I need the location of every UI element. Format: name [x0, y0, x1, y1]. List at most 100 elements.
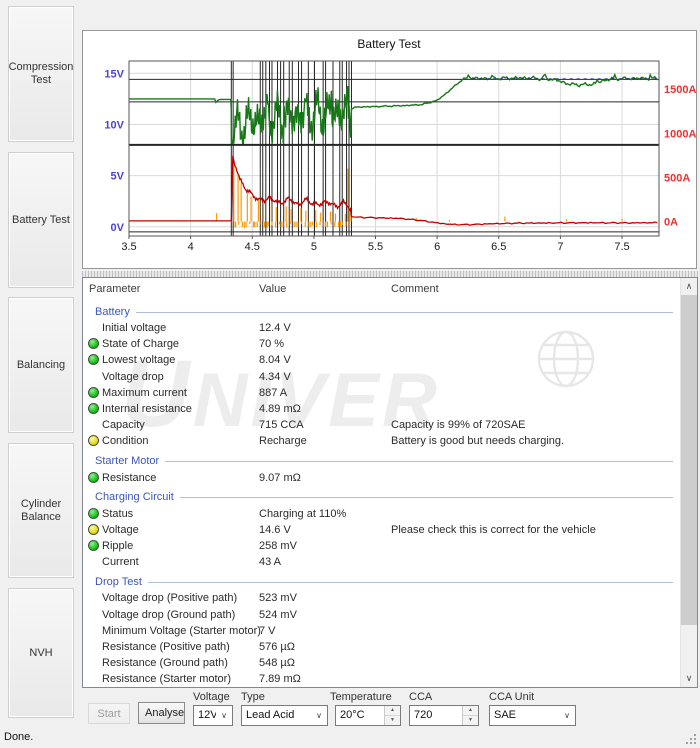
column-header-parameter[interactable]: Parameter [89, 283, 140, 295]
row-parameter: Voltage drop (Ground path) [102, 609, 235, 621]
table-row-capacity[interactable]: Capacity 715 CCA Capacity is 99% of 720SAE [83, 417, 681, 433]
svg-text:3.5: 3.5 [121, 241, 136, 253]
spinner-buttons: ▲▼ [384, 706, 400, 725]
table-row-resistance-starter-motor[interactable]: Resistance (Starter motor)7.89 mΩ [83, 671, 681, 687]
row-value: 70 % [259, 338, 284, 350]
table-row-internal-resistance[interactable]: Internal resistance4.89 mΩ [83, 401, 681, 417]
cca-unit-dropdown[interactable]: SAE∨ [489, 705, 576, 726]
svg-text:7: 7 [557, 241, 563, 253]
status-text: Done. [4, 731, 33, 743]
section-header-drop-test: Drop Test [95, 574, 673, 589]
app-window: Compression Test Battery Test Balancing Cyl… [0, 0, 700, 748]
green-status-icon [88, 508, 99, 519]
field-label-temperature: Temperature [330, 691, 392, 703]
table-row-condition[interactable]: ConditionRechargeBattery is good but nee… [83, 433, 681, 449]
table-row-voltage-drop-ground-path[interactable]: Voltage drop (Ground path)524 mV [83, 607, 681, 623]
table-row-current[interactable]: Current43 A [83, 554, 681, 570]
cca-spinner[interactable]: 720▲▼ [409, 705, 479, 726]
battery-test-chart: Battery Test0V5V10V15V0A500A1000A1500A3.… [83, 31, 696, 268]
row-value: 7 V [259, 625, 276, 637]
spin-down-icon[interactable]: ▼ [463, 716, 478, 725]
row-value: 715 CCA [259, 419, 304, 431]
spin-up-icon[interactable]: ▲ [385, 706, 400, 716]
cca-value: 720 [410, 706, 462, 725]
table-content: UNIVER BatteryInitial voltage12.4 VState… [83, 300, 681, 687]
table-row-minimum-voltage-starter-motor[interactable]: Minimum Voltage (Starter motor)7 V [83, 623, 681, 639]
green-status-icon [88, 354, 99, 365]
row-parameter: Internal resistance [102, 403, 192, 415]
table-row-resistance[interactable]: Resistance9.07 mΩ [83, 470, 681, 486]
row-parameter: Condition [102, 435, 148, 447]
green-status-icon [88, 403, 99, 414]
section-header-charging-circuit: Charging Circuit [95, 490, 673, 505]
row-value: 576 µΩ [259, 641, 295, 653]
row-parameter: Resistance (Positive path) [102, 641, 230, 653]
scroll-down-icon[interactable]: ∨ [681, 670, 697, 687]
table-row-resistance-positive-path[interactable]: Resistance (Positive path) 576 µΩ [83, 639, 681, 655]
voltage-value: 12V [194, 706, 216, 725]
table-row-state-of-charge[interactable]: State of Charge 70 % [83, 336, 681, 352]
spin-up-icon[interactable]: ▲ [463, 706, 478, 716]
start-button[interactable]: Start [88, 703, 130, 724]
column-header-value[interactable]: Value [259, 283, 286, 295]
row-parameter: State of Charge [102, 338, 179, 350]
table-row-ripple[interactable]: Ripple258 mV [83, 538, 681, 554]
analyse-button[interactable]: Analyse [138, 702, 185, 724]
resize-grip[interactable] [686, 734, 688, 736]
column-header-comment[interactable]: Comment [391, 283, 439, 295]
chevron-down-icon[interactable]: ∨ [311, 706, 327, 725]
table-row-status[interactable]: StatusCharging at 110% [83, 506, 681, 522]
section-title: Drop Test [95, 576, 142, 588]
chart-title: Battery Test [357, 37, 421, 51]
table-row-resistance-ground-path[interactable]: Resistance (Ground path)548 µΩ [83, 655, 681, 671]
sidebar-button-battery-test[interactable]: Battery Test [8, 152, 74, 288]
table-row-voltage[interactable]: Voltage14.6 VPlease check this is correc… [83, 522, 681, 538]
scroll-up-icon[interactable]: ∧ [681, 278, 697, 295]
scroll-thumb[interactable] [681, 295, 697, 625]
sidebar-button-balancing[interactable]: Balancing [8, 297, 74, 433]
voltage-dropdown[interactable]: 12V∨ [193, 705, 233, 726]
chart-panel: Battery Test0V5V10V15V0A500A1000A1500A3.… [82, 30, 697, 269]
section-header-battery: Battery [95, 304, 673, 319]
row-parameter: Resistance (Starter motor) [102, 673, 231, 685]
row-value: 887 A [259, 387, 287, 399]
svg-text:7.5: 7.5 [614, 241, 629, 253]
row-value: 14.6 V [259, 524, 291, 536]
table-header: Parameter Value Comment [83, 278, 681, 300]
yellow-status-icon [88, 435, 99, 446]
row-value: 43 A [259, 556, 281, 568]
table-row-lowest-voltage[interactable]: Lowest voltage8.04 V [83, 352, 681, 368]
table-row-initial-voltage[interactable]: Initial voltage 12.4 V [83, 320, 681, 336]
row-parameter: Lowest voltage [102, 354, 175, 366]
green-status-icon [88, 540, 99, 551]
table-row-voltage-drop-positive-path[interactable]: Voltage drop (Positive path)523 mV [83, 590, 681, 606]
chevron-down-icon[interactable]: ∨ [216, 706, 232, 725]
section-title: Starter Motor [95, 455, 159, 467]
row-parameter: Capacity [102, 419, 145, 431]
row-comment: Battery is good but needs charging. [391, 435, 564, 447]
row-parameter: Status [102, 508, 133, 520]
svg-text:5V: 5V [111, 171, 125, 183]
row-value: 12.4 V [259, 322, 291, 334]
sidebar-button-cylinder-balance[interactable]: Cylinder Balance [8, 443, 74, 578]
section-rule [148, 582, 673, 583]
svg-text:1500A: 1500A [664, 84, 696, 96]
svg-text:1000A: 1000A [664, 128, 696, 140]
row-comment: Capacity is 99% of 720SAE [391, 419, 526, 431]
sidebar-button-nvh[interactable]: NVH [8, 588, 74, 718]
row-parameter: Initial voltage [102, 322, 166, 334]
green-status-icon [88, 338, 99, 349]
vertical-scrollbar[interactable]: ∧ ∨ [680, 278, 697, 687]
svg-text:0A: 0A [664, 217, 678, 229]
table-row-maximum-current[interactable]: Maximum current887 A [83, 385, 681, 401]
row-parameter: Resistance [102, 472, 156, 484]
row-value: 258 mV [259, 540, 297, 552]
type-dropdown[interactable]: Lead Acid∨ [241, 705, 328, 726]
section-header-starter-motor: Starter Motor [95, 454, 673, 469]
spin-down-icon[interactable]: ▼ [385, 716, 400, 725]
temperature-spinner[interactable]: 20°C▲▼ [335, 705, 401, 726]
sidebar-button-compression-test[interactable]: Compression Test [8, 6, 74, 142]
chevron-down-icon[interactable]: ∨ [559, 706, 575, 725]
table-row-voltage-drop[interactable]: Voltage drop4.34 V [83, 369, 681, 385]
svg-text:5: 5 [311, 241, 317, 253]
